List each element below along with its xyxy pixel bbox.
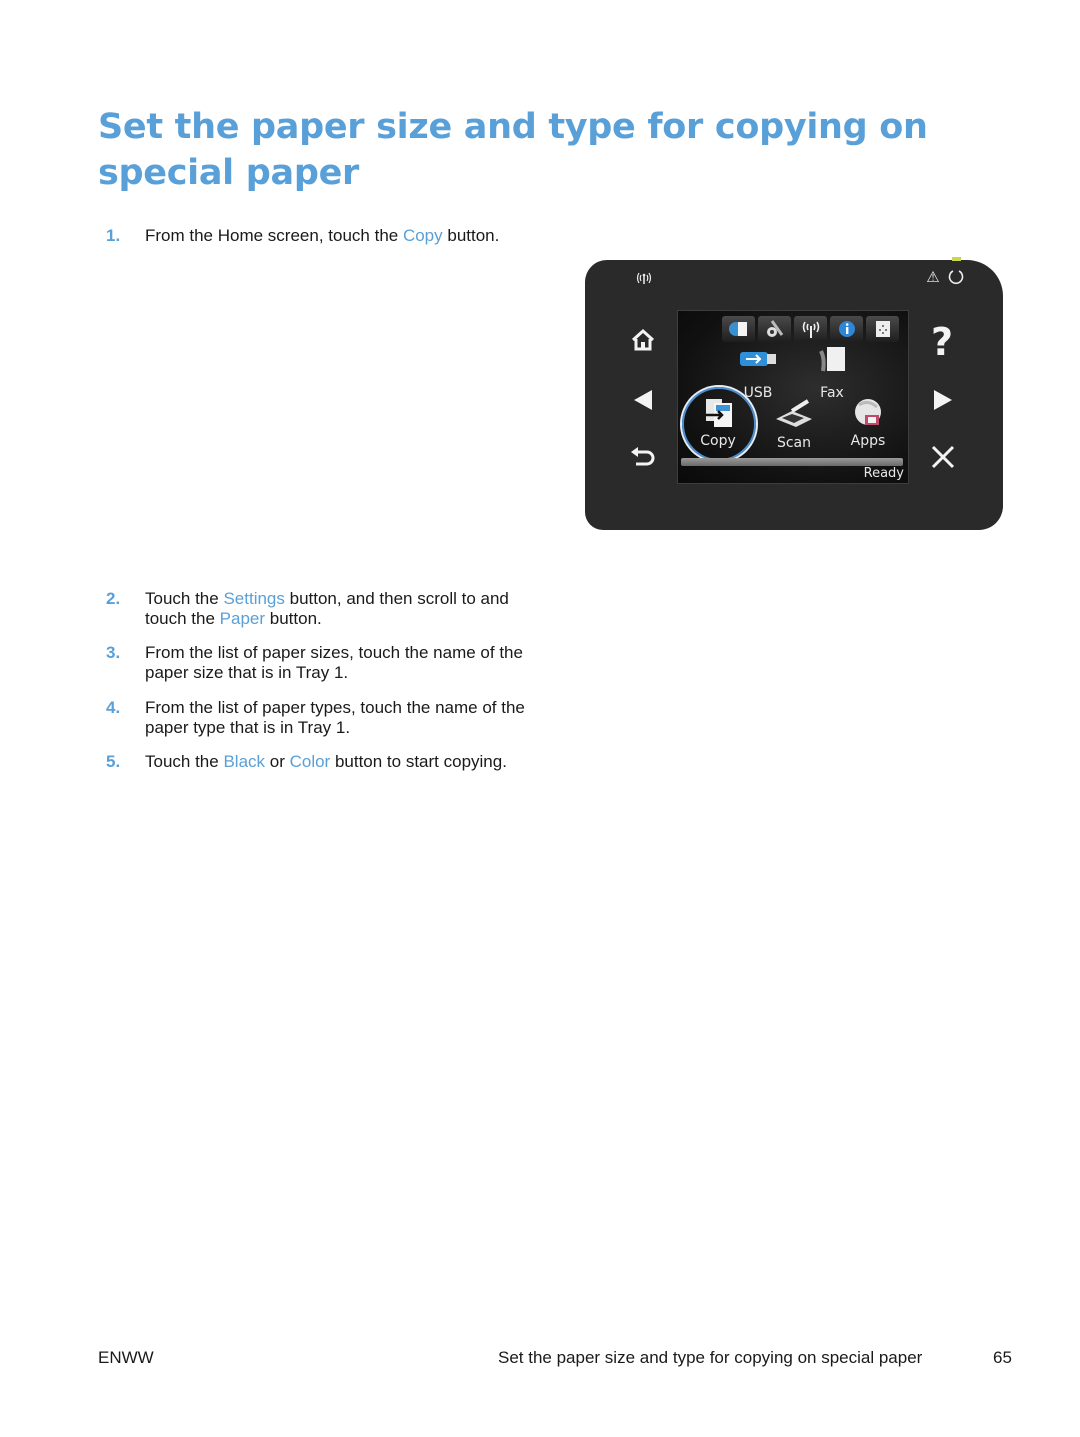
app-label: Scan <box>776 435 812 451</box>
settings-link[interactable]: Settings <box>223 589 284 608</box>
top-icon-bar <box>722 316 899 342</box>
supplies-icon[interactable] <box>866 316 899 342</box>
status-bar <box>681 458 903 466</box>
black-link[interactable]: Black <box>223 752 265 771</box>
info-icon[interactable] <box>830 316 863 342</box>
step-number: 5. <box>106 752 121 771</box>
step-number: 4. <box>106 698 121 717</box>
left-arrow-icon[interactable] <box>631 388 655 412</box>
page-title: Set the paper size and type for copying … <box>98 107 928 193</box>
scan-icon <box>776 399 812 427</box>
back-icon[interactable] <box>629 445 657 469</box>
step-text: Touch the Settings button, and then scro… <box>145 589 509 628</box>
touch-screen: USB Fax Copy Scan Apps Ready <box>677 310 909 484</box>
right-arrow-icon[interactable] <box>931 388 955 412</box>
status-led <box>952 257 961 261</box>
apps-app[interactable]: Apps <box>836 397 900 449</box>
copy-link[interactable]: Copy <box>403 226 443 245</box>
footer-left: ENWW <box>98 1348 154 1367</box>
step-text: From the list of paper sizes, touch the … <box>145 643 523 682</box>
printer-control-panel: ⚠ ? USB Fax Copy Scan Apps Ready <box>585 257 1003 530</box>
setup-icon[interactable] <box>758 316 791 342</box>
copy-icon <box>706 399 732 427</box>
help-icon[interactable]: ? <box>925 320 959 364</box>
step-number: 3. <box>106 643 121 662</box>
status-text: Ready <box>863 466 904 481</box>
page-number: 65 <box>993 1348 1012 1367</box>
fax-icon <box>819 347 845 372</box>
paper-link[interactable]: Paper <box>220 609 265 628</box>
wireless-icon[interactable] <box>794 316 827 342</box>
step-text: Touch the Black or Color button to start… <box>145 752 507 771</box>
usb-icon <box>740 352 776 366</box>
copy-app[interactable]: Copy <box>686 397 750 449</box>
step-number: 1. <box>106 226 121 245</box>
wireless-icon <box>633 268 655 288</box>
app-label: Copy <box>700 433 736 449</box>
fax-app[interactable]: Fax <box>802 345 862 401</box>
step-text: From the Home screen, touch the Copy but… <box>145 226 500 245</box>
web-services-icon[interactable] <box>722 316 755 342</box>
color-link[interactable]: Color <box>290 752 331 771</box>
step-number: 2. <box>106 589 121 608</box>
scan-app[interactable]: Scan <box>762 399 826 451</box>
power-icon[interactable] <box>947 268 965 286</box>
step-text: From the list of paper types, touch the … <box>145 698 525 737</box>
app-label: Apps <box>850 433 886 449</box>
warning-icon: ⚠ <box>926 269 940 286</box>
apps-icon <box>855 399 881 425</box>
cancel-icon[interactable] <box>929 443 957 471</box>
footer-section-title: Set the paper size and type for copying … <box>498 1348 923 1367</box>
home-icon[interactable] <box>629 327 657 353</box>
